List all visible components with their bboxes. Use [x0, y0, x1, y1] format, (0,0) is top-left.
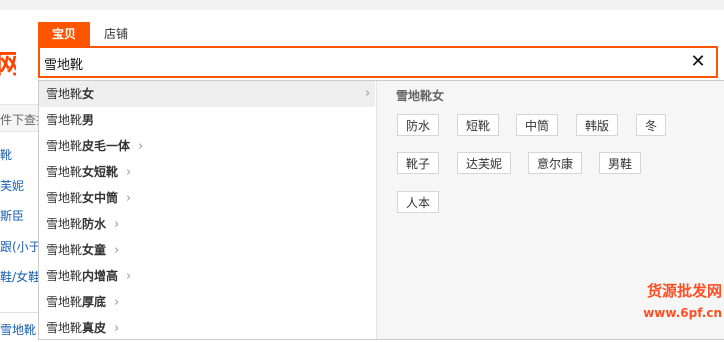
side-link[interactable]: 斯臣 — [0, 207, 24, 224]
keyword-chip[interactable]: 防水 — [397, 114, 440, 136]
suggestion-prefix: 雪地靴 — [46, 243, 83, 257]
keyword-chip[interactable]: 短靴 — [457, 114, 500, 136]
keyword-chip[interactable]: 韩版 — [576, 114, 619, 136]
suggestion-suffix: 女短靴 — [82, 165, 119, 179]
suggestion-item[interactable]: 雪地靴皮毛一体 › — [39, 133, 375, 159]
keyword-chip[interactable]: 男鞋 — [599, 152, 642, 174]
suggestion-suffix: 厚底 — [82, 295, 107, 309]
tab-shops[interactable]: 店铺 — [96, 22, 136, 46]
suggestion-prefix: 雪地靴 — [46, 217, 83, 231]
chevron-right-icon: › — [126, 165, 132, 180]
watermark-title: 货源批发网 — [646, 282, 722, 300]
chevron-right-icon: › — [114, 217, 120, 232]
suggestion-prefix: 雪地靴 — [46, 139, 83, 153]
chevron-right-icon: › — [126, 191, 132, 206]
chevron-right-icon: › — [114, 295, 120, 310]
chevron-right-icon: › — [114, 321, 120, 336]
keyword-chip[interactable]: 中筒 — [516, 114, 559, 136]
suggestion-suffix: 防水 — [82, 217, 107, 231]
keyword-chip[interactable]: 冬 — [636, 114, 667, 136]
search-input[interactable] — [44, 50, 684, 76]
suggestion-item[interactable]: 雪地靴男 — [39, 107, 375, 133]
suggestion-item[interactable]: 雪地靴防水 › — [39, 211, 375, 237]
chevron-right-icon: › — [138, 139, 144, 154]
chevron-right-icon: › — [126, 269, 132, 284]
suggestion-suffix: 女 — [82, 87, 95, 101]
suggestion-suffix: 女中筒 — [82, 191, 119, 205]
suggestion-item[interactable]: 雪地靴内增高 › — [39, 263, 375, 289]
side-link[interactable]: 雪地靴 — [0, 321, 36, 338]
suggestion-item[interactable]: 雪地靴女中筒 › — [39, 185, 375, 211]
watermark-url: www.6pf.cn — [643, 306, 722, 320]
suggestion-item[interactable]: 雪地靴厚底 › — [39, 289, 375, 315]
keyword-chip[interactable]: 靴子 — [397, 152, 440, 174]
search-box: ✕ — [38, 46, 718, 78]
suggestion-suffix: 皮毛一体 — [82, 139, 131, 153]
suggestion-suffix: 女童 — [82, 243, 107, 257]
keyword-chip[interactable]: 达芙妮 — [457, 152, 512, 174]
close-icon[interactable]: ✕ — [688, 52, 708, 72]
chevron-right-icon: › — [365, 86, 371, 101]
keyword-chip[interactable]: 人本 — [397, 191, 440, 213]
suggestion-prefix: 雪地靴 — [46, 87, 83, 101]
suggestion-prefix: 雪地靴 — [46, 165, 83, 179]
related-panel-title: 雪地靴女 — [396, 89, 445, 103]
tab-items[interactable]: 宝贝 — [38, 22, 90, 46]
keyword-chip[interactable]: 意尔康 — [528, 152, 583, 174]
suggestion-suffix: 真皮 — [82, 321, 107, 335]
suggestion-suffix: 男 — [82, 113, 95, 127]
suggestion-item[interactable]: 雪地靴真皮 › — [39, 315, 375, 341]
chevron-right-icon: › — [114, 243, 120, 258]
suggestion-suffix: 内增高 — [82, 269, 119, 283]
side-link[interactable]: 鞋/女鞋 — [0, 268, 40, 285]
side-link[interactable]: 靴 — [0, 146, 12, 163]
side-link[interactable]: 芙妮 — [0, 177, 24, 194]
suggestion-item[interactable]: 雪地靴女短靴 › — [39, 159, 375, 185]
side-link[interactable]: 跟(小于 — [0, 238, 41, 255]
suggestion-item[interactable]: 雪地靴女 › — [39, 81, 375, 107]
suggestion-prefix: 雪地靴 — [46, 321, 83, 335]
watermark: 货源批发网 www.6pf.cn — [604, 280, 722, 330]
suggestion-prefix: 雪地靴 — [46, 191, 83, 205]
site-logo[interactable]: 网 — [0, 50, 16, 80]
divider — [0, 312, 40, 313]
suggestion-prefix: 雪地靴 — [46, 295, 83, 309]
suggestion-prefix: 雪地靴 — [46, 269, 83, 283]
suggestion-prefix: 雪地靴 — [46, 113, 83, 127]
top-band — [0, 0, 724, 10]
suggestion-item[interactable]: 雪地靴女童 › — [39, 237, 375, 263]
